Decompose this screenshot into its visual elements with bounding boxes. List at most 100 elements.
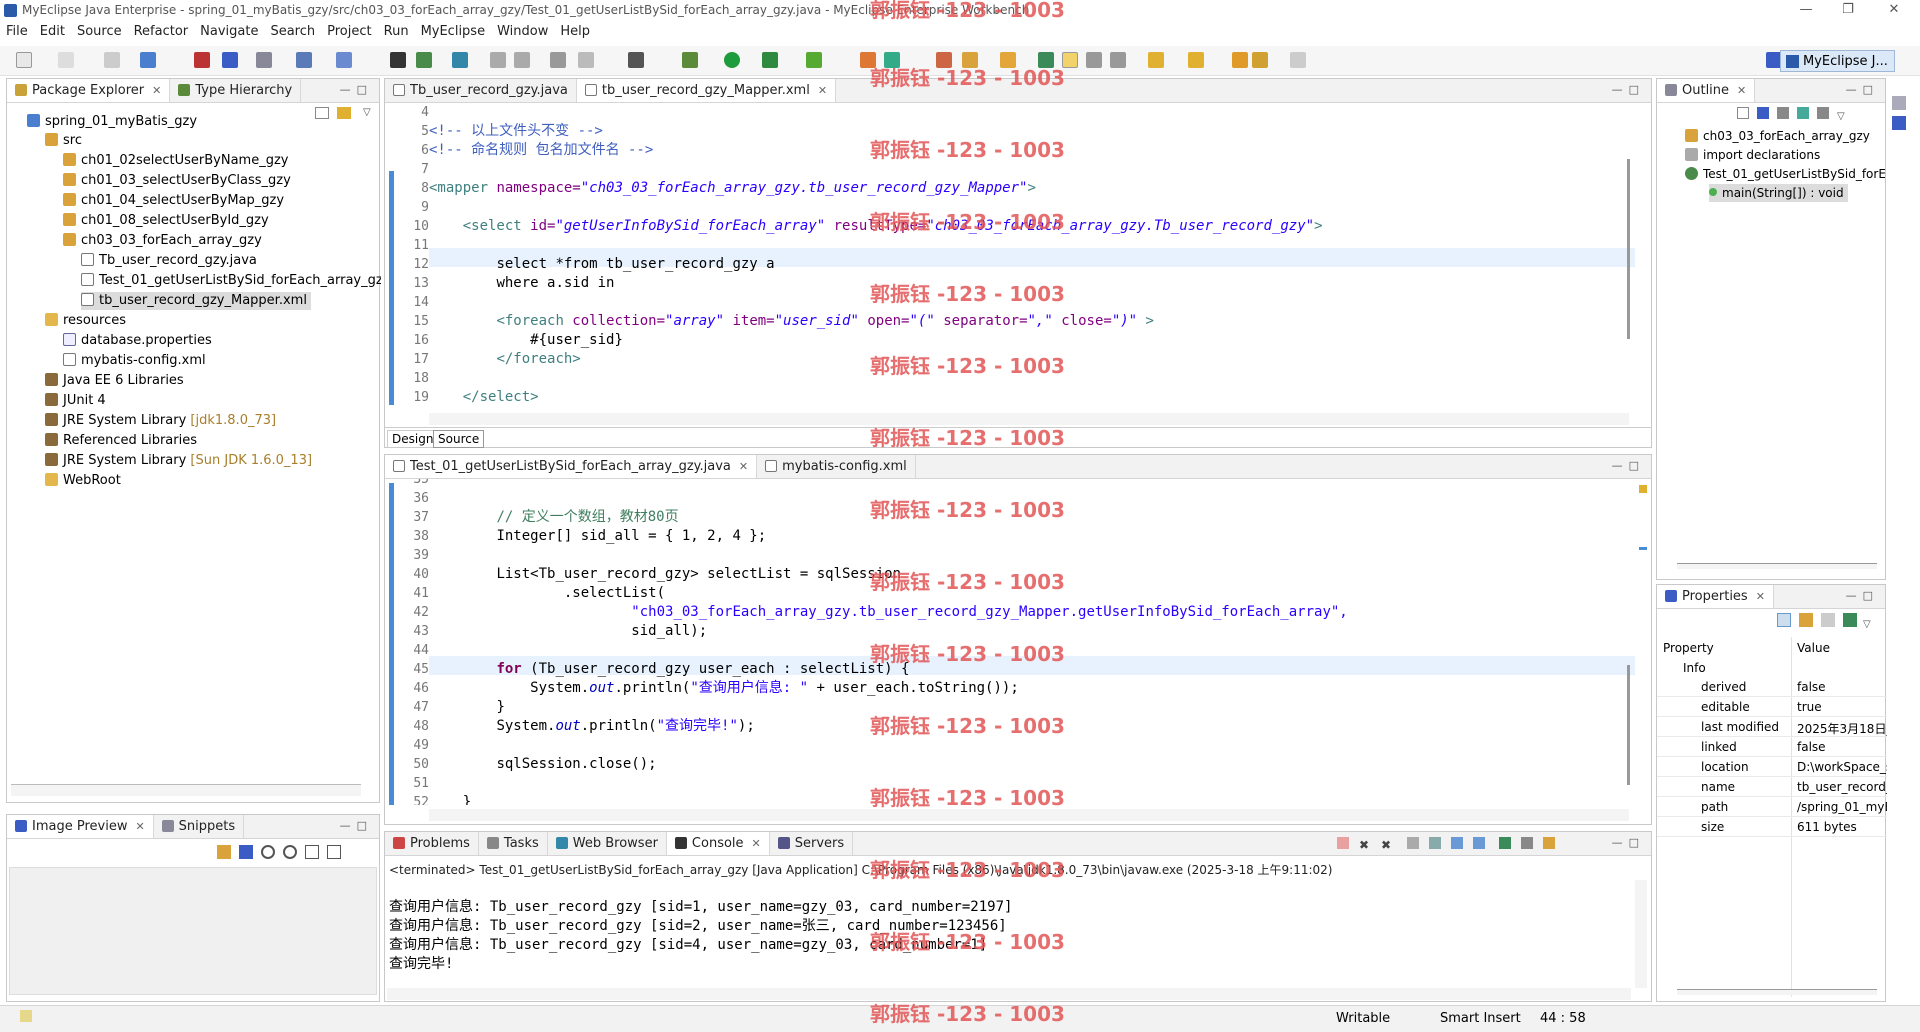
scroll-lock-icon[interactable] — [1429, 837, 1441, 849]
html-icon[interactable] — [514, 52, 530, 68]
menu-navigate[interactable]: Navigate — [194, 22, 264, 41]
new-class-icon[interactable] — [416, 52, 432, 68]
show-whitespace-icon[interactable] — [1110, 52, 1126, 68]
remove-all-icon[interactable]: ✖ — [1381, 838, 1393, 852]
close-icon[interactable]: ✕ — [752, 837, 761, 850]
java-code[interactable]: // 定义一个数组，教材80页 Integer[] sid_all = { 1,… — [429, 479, 1629, 805]
horizontal-scrollbar[interactable] — [429, 809, 1629, 821]
tab-console[interactable]: Console ✕ — [666, 832, 770, 855]
outline-item-method[interactable]: main(String[]) : void — [1709, 184, 1848, 202]
tree-library[interactable]: JRE System Library [Sun JDK 1.6.0_13] — [45, 452, 312, 470]
hide-static-icon[interactable] — [1797, 107, 1809, 119]
zoom-in-icon[interactable] — [283, 845, 297, 859]
view-controls[interactable]: —□ — [340, 819, 373, 832]
tab-properties[interactable]: Properties ✕ — [1657, 585, 1774, 608]
view-controls[interactable]: —□ — [1846, 589, 1879, 602]
team-icon[interactable] — [1038, 52, 1054, 68]
fit-icon[interactable] — [239, 845, 253, 859]
run-icon[interactable] — [724, 52, 740, 68]
show-stderr-icon[interactable] — [1473, 837, 1485, 849]
folder-icon[interactable] — [1000, 52, 1016, 68]
horizontal-scrollbar[interactable] — [1677, 989, 1877, 995]
forward-icon[interactable] — [1290, 52, 1306, 68]
run-last-icon[interactable] — [762, 52, 778, 68]
view-controls[interactable]: —□ — [1612, 459, 1645, 472]
tree-package[interactable]: ch01_04_selectUserByMap_gzy — [63, 192, 284, 210]
horizontal-scrollbar[interactable] — [1677, 563, 1877, 569]
tree-library[interactable]: Referenced Libraries — [45, 432, 197, 450]
hide-fields-icon[interactable] — [1777, 107, 1789, 119]
show-advanced-icon[interactable] — [1799, 613, 1813, 627]
menu-refactor[interactable]: Refactor — [128, 22, 195, 41]
tab-mapper-xml[interactable]: tb_user_record_gzy_Mapper.xml ✕ — [576, 79, 837, 102]
collapse-all-icon[interactable] — [1737, 107, 1749, 119]
property-row[interactable]: editable true — [1657, 697, 1887, 717]
outline-item-class[interactable]: Test_01_getUserListBySid_forE — [1685, 165, 1885, 183]
menu-source[interactable]: Source — [71, 22, 128, 41]
open-type-icon[interactable] — [390, 52, 406, 68]
wizard-icon[interactable] — [296, 52, 312, 68]
clear-console-icon[interactable] — [1407, 837, 1419, 849]
property-row[interactable]: last modified 2025年3月18日_ — [1657, 717, 1887, 737]
new-project-icon[interactable] — [140, 52, 156, 68]
tree-src[interactable]: src — [45, 132, 82, 150]
terminal-icon[interactable] — [628, 52, 644, 68]
property-row[interactable]: location D:\workSpace_s — [1657, 757, 1887, 777]
hide-nonpublic-icon[interactable] — [1817, 107, 1829, 119]
profile-icon[interactable] — [936, 52, 952, 68]
property-row[interactable]: linked false — [1657, 737, 1887, 757]
tree-file[interactable]: mybatis-config.xml — [63, 352, 206, 370]
tree-package[interactable]: ch01_03_selectUserByClass_gzy — [63, 172, 291, 190]
sync-icon[interactable] — [217, 845, 231, 859]
tree-file[interactable]: database.properties — [63, 332, 212, 350]
outline-item-imports[interactable]: import declarations — [1685, 146, 1820, 164]
pin-console-icon[interactable] — [1499, 837, 1511, 849]
tree-package[interactable]: ch01_02selectUserByName_gzy — [63, 152, 288, 170]
overview-marker[interactable] — [1639, 547, 1647, 550]
save-icon[interactable] — [58, 52, 74, 68]
menu-window[interactable]: Window — [491, 22, 554, 41]
close-icon[interactable]: ✕ — [1737, 84, 1746, 97]
maximize-button[interactable]: ❐ — [1838, 2, 1858, 20]
property-row[interactable]: size 611 bytes — [1657, 817, 1887, 837]
outline-item-package[interactable]: ch03_03_forEach_array_gzy — [1685, 127, 1870, 145]
tab-web-browser[interactable]: Web Browser — [548, 832, 667, 855]
tab-outline[interactable]: Outline ✕ — [1657, 79, 1756, 102]
close-icon[interactable]: ✕ — [1756, 590, 1765, 603]
horizontal-scrollbar[interactable] — [11, 784, 361, 796]
jsp-icon[interactable] — [490, 52, 506, 68]
close-window-button[interactable]: ✕ — [1884, 2, 1904, 20]
tab-image-preview[interactable]: Image Preview ✕ — [7, 815, 154, 838]
view-menu-icon[interactable]: ▽ — [1837, 111, 1845, 122]
highlight-icon[interactable] — [1062, 52, 1078, 68]
debug-icon[interactable] — [682, 52, 698, 68]
tab-package-explorer[interactable]: Package Explorer ✕ — [7, 79, 171, 102]
back-dropdown-icon[interactable] — [1252, 52, 1268, 68]
tab-servers[interactable]: Servers — [770, 832, 854, 855]
db-icon[interactable] — [256, 52, 272, 68]
vertical-scrollbar[interactable] — [1627, 159, 1630, 339]
restore-icon[interactable] — [1892, 96, 1906, 110]
camera-icon[interactable] — [578, 52, 594, 68]
tab-source[interactable]: Source — [433, 430, 485, 448]
menu-edit[interactable]: Edit — [34, 22, 71, 41]
view-icon[interactable] — [1892, 116, 1906, 130]
pin-icon[interactable] — [1843, 613, 1857, 627]
restore-default-icon[interactable] — [1821, 613, 1835, 627]
display-console-icon[interactable] — [1521, 837, 1533, 849]
server-icon[interactable] — [222, 52, 238, 68]
status-icon[interactable] — [20, 1010, 32, 1022]
close-icon[interactable]: ✕ — [818, 84, 827, 97]
view-controls[interactable]: —□ — [1846, 83, 1879, 96]
tree-xml-file-selected[interactable]: tb_user_record_gzy_Mapper.xml — [81, 292, 311, 310]
plugin-icon[interactable] — [962, 52, 978, 68]
overview-marker[interactable] — [1639, 485, 1647, 493]
refresh-icon[interactable] — [884, 52, 900, 68]
tab-mybatis-config[interactable]: mybatis-config.xml — [757, 455, 916, 478]
zoom-out-icon[interactable] — [261, 845, 275, 859]
actual-size-icon[interactable] — [305, 845, 319, 859]
terminate-icon[interactable] — [1337, 837, 1349, 849]
perspective-button[interactable]: MyEclipse J... — [1780, 50, 1895, 72]
tree-package[interactable]: ch01_08_selectUserById_gzy — [63, 212, 269, 230]
globe-icon[interactable] — [452, 52, 468, 68]
